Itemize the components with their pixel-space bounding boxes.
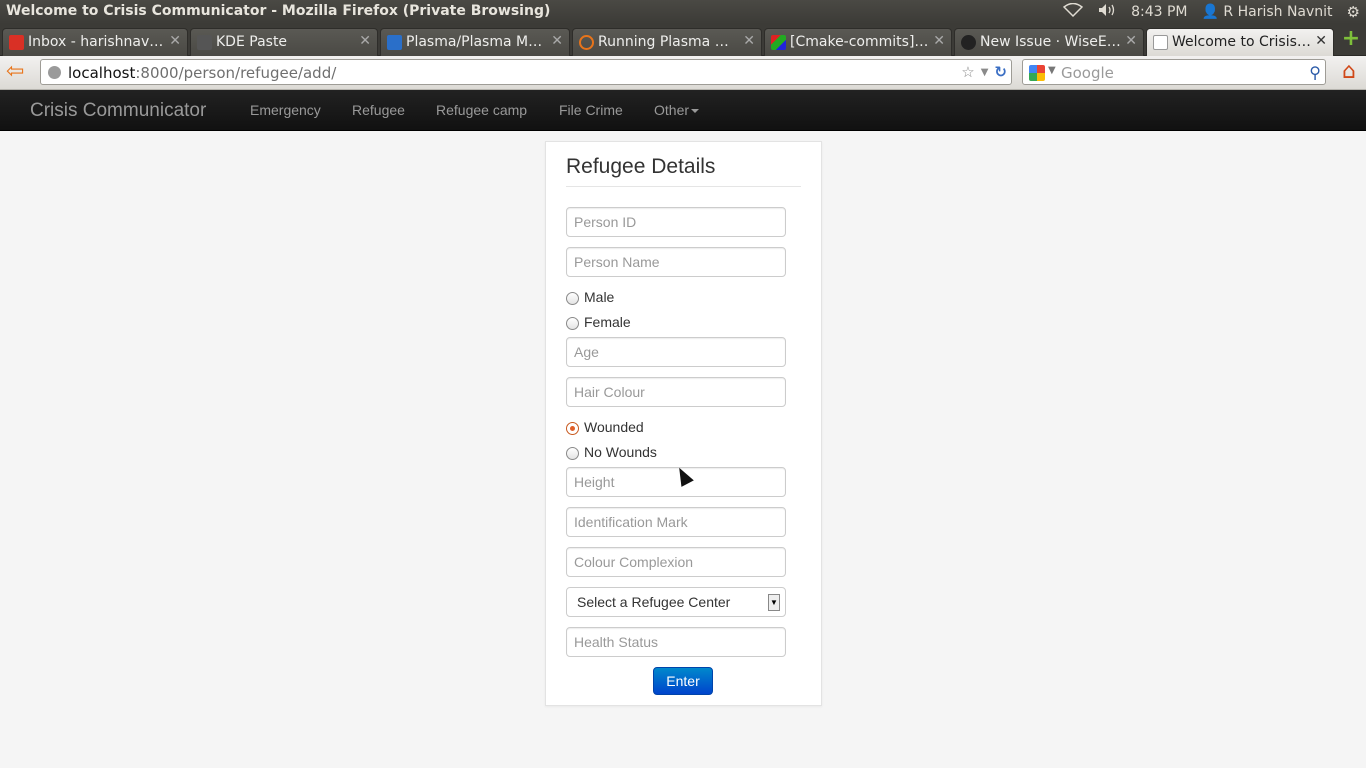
window-title: Welcome to Crisis Communicator - Mozilla… xyxy=(6,3,551,19)
title-divider xyxy=(566,186,801,187)
history-dropdown-icon[interactable]: ▼ xyxy=(981,67,989,78)
colour-complexion-input[interactable] xyxy=(566,547,786,577)
tab-label: Inbox - harishnavni… xyxy=(28,34,165,50)
tab-label: New Issue · WiseEa… xyxy=(980,34,1121,50)
user-icon: 👤 xyxy=(1201,4,1219,20)
session-gear-icon[interactable]: ⚙ xyxy=(1347,3,1360,21)
blank-page-icon xyxy=(1153,35,1168,50)
dropdown-arrow-icon[interactable]: ▼ xyxy=(768,594,780,611)
gender-female-option[interactable]: Female xyxy=(566,312,631,332)
app-navbar: Crisis Communicator Emergency Refugee Re… xyxy=(0,90,1366,131)
no-wounds-label: No Wounds xyxy=(584,444,657,460)
nav-refugee[interactable]: Refugee xyxy=(352,102,405,118)
reload-icon[interactable]: ↻ xyxy=(994,63,1007,81)
tab-label: [Cmake-commits] … xyxy=(790,34,929,50)
identification-mark-input[interactable] xyxy=(566,507,786,537)
search-bar[interactable]: ▼ Google ⚲ xyxy=(1022,59,1326,85)
tab-label: Running Plasma M… xyxy=(598,34,739,50)
user-menu[interactable]: 👤 R Harish Navnit xyxy=(1202,4,1333,20)
form-title: Refugee Details xyxy=(566,155,716,178)
no-wounds-radio[interactable] xyxy=(566,447,579,460)
tab-strip: Inbox - harishnavni… ✕ KDE Paste ✕ Plasm… xyxy=(0,24,1366,56)
close-icon[interactable]: ✕ xyxy=(743,33,755,49)
nav-emergency[interactable]: Emergency xyxy=(250,102,321,118)
tab-label: Plasma/Plasma M… xyxy=(406,34,543,50)
person-id-input[interactable] xyxy=(566,207,786,237)
user-name: R Harish Navnit xyxy=(1223,4,1333,20)
male-label: Male xyxy=(584,289,615,305)
caret-down-icon xyxy=(691,109,700,114)
close-icon[interactable]: ✕ xyxy=(359,33,371,49)
tab-crisis-communicator[interactable]: Welcome to Crisis … ✕ xyxy=(1146,28,1334,56)
google-icon[interactable] xyxy=(1029,65,1045,81)
search-engine-dropdown-icon[interactable]: ▼ xyxy=(1048,65,1056,76)
tab-github[interactable]: New Issue · WiseEa… ✕ xyxy=(954,28,1144,56)
refugee-center-select[interactable]: Select a Refugee Center ▼ xyxy=(566,587,786,617)
wounded-label: Wounded xyxy=(584,419,644,435)
github-icon xyxy=(961,35,976,50)
url-bar[interactable]: localhost:8000/person/refugee/add/ ☆ ▼ ↻ xyxy=(40,59,1012,85)
nav-other-label: Other xyxy=(654,102,690,118)
tab-running-plasma[interactable]: Running Plasma M… ✕ xyxy=(572,28,762,56)
age-input[interactable] xyxy=(566,337,786,367)
close-icon[interactable]: ✕ xyxy=(933,33,945,49)
clock[interactable]: 8:43 PM xyxy=(1131,4,1187,20)
female-label: Female xyxy=(584,314,631,330)
volume-icon[interactable] xyxy=(1097,3,1117,21)
refugee-form-card: Refugee Details Male Female Wounded No W… xyxy=(545,141,822,706)
tab-label: Welcome to Crisis … xyxy=(1172,34,1311,50)
no-wounds-option[interactable]: No Wounds xyxy=(566,442,657,462)
close-icon[interactable]: ✕ xyxy=(169,33,181,49)
close-icon[interactable]: ✕ xyxy=(551,33,563,49)
bookmark-star-icon[interactable]: ☆ xyxy=(961,63,974,81)
tab-cmake[interactable]: [Cmake-commits] … ✕ xyxy=(764,28,952,56)
health-status-input[interactable] xyxy=(566,627,786,657)
tab-plasma[interactable]: Plasma/Plasma M… ✕ xyxy=(380,28,570,56)
url-path: :8000/person/refugee/add/ xyxy=(135,64,337,82)
male-radio[interactable] xyxy=(566,292,579,305)
kde-icon xyxy=(387,35,402,50)
close-icon[interactable]: ✕ xyxy=(1125,33,1137,49)
wounded-radio[interactable] xyxy=(566,422,579,435)
brand-link[interactable]: Crisis Communicator xyxy=(30,100,206,122)
new-tab-button[interactable]: + xyxy=(1340,28,1362,51)
cmake-icon xyxy=(771,35,786,50)
person-name-input[interactable] xyxy=(566,247,786,277)
back-arrow-icon[interactable]: ⇦ xyxy=(6,61,30,85)
select-value: Select a Refugee Center xyxy=(577,594,731,610)
gmail-icon xyxy=(9,35,24,50)
nav-other-dropdown[interactable]: Other xyxy=(654,102,700,118)
female-radio[interactable] xyxy=(566,317,579,330)
search-placeholder: Google xyxy=(1061,64,1114,82)
loading-icon xyxy=(579,35,594,50)
close-icon[interactable]: ✕ xyxy=(1315,33,1327,49)
search-icon[interactable]: ⚲ xyxy=(1309,63,1321,82)
url-bar-actions: ☆ ▼ ↻ xyxy=(961,63,1007,81)
nav-file-crime[interactable]: File Crime xyxy=(559,102,623,118)
os-top-panel: Welcome to Crisis Communicator - Mozilla… xyxy=(0,0,1366,24)
home-icon[interactable]: ⌂ xyxy=(1336,59,1362,85)
tab-inbox[interactable]: Inbox - harishnavni… ✕ xyxy=(2,28,188,56)
page-icon xyxy=(197,35,212,50)
tab-kde-paste[interactable]: KDE Paste ✕ xyxy=(190,28,378,56)
browser-nav-bar: ⇦ localhost:8000/person/refugee/add/ ☆ ▼… xyxy=(0,56,1366,90)
enter-button[interactable]: Enter xyxy=(653,667,713,695)
nav-refugee-camp[interactable]: Refugee camp xyxy=(436,102,527,118)
hair-colour-input[interactable] xyxy=(566,377,786,407)
os-indicators: 8:43 PM 👤 R Harish Navnit ⚙ xyxy=(1062,0,1366,24)
url-host: localhost xyxy=(68,64,136,82)
wifi-icon[interactable] xyxy=(1062,2,1084,21)
url-text: localhost:8000/person/refugee/add/ xyxy=(68,64,336,82)
gender-male-option[interactable]: Male xyxy=(566,287,614,307)
wounded-option[interactable]: Wounded xyxy=(566,417,644,437)
site-identity-icon[interactable] xyxy=(48,66,61,79)
tab-label: KDE Paste xyxy=(216,34,288,50)
